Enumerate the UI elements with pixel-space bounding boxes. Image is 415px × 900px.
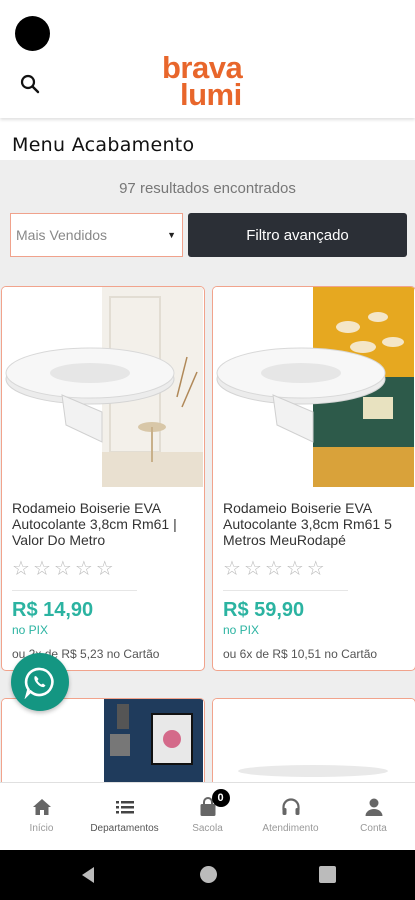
pix-label: no PIX xyxy=(223,623,260,637)
search-icon xyxy=(20,74,40,94)
star-icon: ☆ xyxy=(264,558,283,580)
nav-label: Departamentos xyxy=(90,823,159,834)
filter-panel: 97 resultados encontrados Mais Vendidos … xyxy=(0,160,415,274)
product-image[interactable] xyxy=(213,699,414,782)
star-icon: ☆ xyxy=(306,558,325,580)
rating-stars: ☆ ☆ ☆ ☆ ☆ xyxy=(12,559,114,579)
product-price: R$ 59,90 xyxy=(223,599,305,621)
rating-stars: ☆ ☆ ☆ ☆ ☆ xyxy=(223,559,325,579)
sort-select[interactable]: Mais Vendidos ▼ xyxy=(10,213,183,257)
bottom-navigation: Início Departamentos 0 Sacola Atendiment… xyxy=(0,782,415,850)
product-image[interactable] xyxy=(2,287,203,487)
star-icon: ☆ xyxy=(74,558,93,580)
results-count: 97 resultados encontrados xyxy=(119,180,296,197)
logo-word-lumi: lumi xyxy=(180,77,242,112)
advanced-filter-button[interactable]: Filtro avançado xyxy=(188,213,407,257)
nav-item-departamentos[interactable]: Departamentos xyxy=(83,783,166,850)
pix-label: no PIX xyxy=(12,623,49,637)
recent-apps-icon[interactable] xyxy=(319,866,336,883)
nav-item-sacola[interactable]: 0 Sacola xyxy=(166,783,249,850)
nav-label: Conta xyxy=(360,823,387,834)
whatsapp-icon xyxy=(24,667,54,699)
nav-item-conta[interactable]: Conta xyxy=(332,783,415,850)
star-icon: ☆ xyxy=(12,558,30,580)
brand-logo[interactable]: brava lumi xyxy=(162,52,262,112)
product-grid: Rodameio Boiserie EVA Autocolante 3,8cm … xyxy=(0,274,415,782)
dropdown-arrow-icon: ▼ xyxy=(167,230,176,240)
user-icon xyxy=(365,798,382,816)
product-card[interactable] xyxy=(212,698,415,782)
nav-item-atendimento[interactable]: Atendimento xyxy=(249,783,332,850)
product-name[interactable]: Rodameio Boiserie EVA Autocolante 3,8cm … xyxy=(12,500,200,548)
star-icon: ☆ xyxy=(95,558,114,580)
headset-icon xyxy=(281,798,300,815)
app-header: brava lumi xyxy=(0,0,415,118)
nav-label: Sacola xyxy=(192,823,223,834)
product-image[interactable] xyxy=(2,699,203,782)
whatsapp-button[interactable] xyxy=(11,653,69,711)
product-card[interactable] xyxy=(1,698,205,782)
nav-label: Atendimento xyxy=(262,823,319,834)
page-title: Menu Acabamento xyxy=(12,134,195,156)
nav-item-inicio[interactable]: Início xyxy=(0,783,83,850)
back-icon[interactable] xyxy=(80,866,96,884)
product-name[interactable]: Rodameio Boiserie EVA Autocolante 3,8cm … xyxy=(223,500,411,548)
star-icon: ☆ xyxy=(53,558,72,580)
star-icon: ☆ xyxy=(223,558,241,580)
nav-label: Início xyxy=(29,823,54,834)
installments-text: ou 6x de R$ 10,51 no Cartão xyxy=(223,647,378,661)
home-icon xyxy=(32,799,51,815)
product-image[interactable] xyxy=(213,287,414,487)
system-navigation-bar xyxy=(0,850,415,900)
product-card[interactable]: Rodameio Boiserie EVA Autocolante 3,8cm … xyxy=(212,286,415,671)
search-button[interactable] xyxy=(16,70,44,98)
list-icon xyxy=(115,801,134,814)
sort-select-value: Mais Vendidos xyxy=(16,227,108,243)
divider xyxy=(223,590,348,591)
star-icon: ☆ xyxy=(285,558,304,580)
star-icon: ☆ xyxy=(243,558,262,580)
product-card[interactable]: Rodameio Boiserie EVA Autocolante 3,8cm … xyxy=(1,286,205,671)
camera-cutout xyxy=(15,16,50,51)
star-icon: ☆ xyxy=(32,558,51,580)
divider xyxy=(12,590,137,591)
cart-count-badge: 0 xyxy=(211,789,230,807)
home-circle-icon[interactable] xyxy=(200,866,217,883)
product-price: R$ 14,90 xyxy=(12,599,94,621)
